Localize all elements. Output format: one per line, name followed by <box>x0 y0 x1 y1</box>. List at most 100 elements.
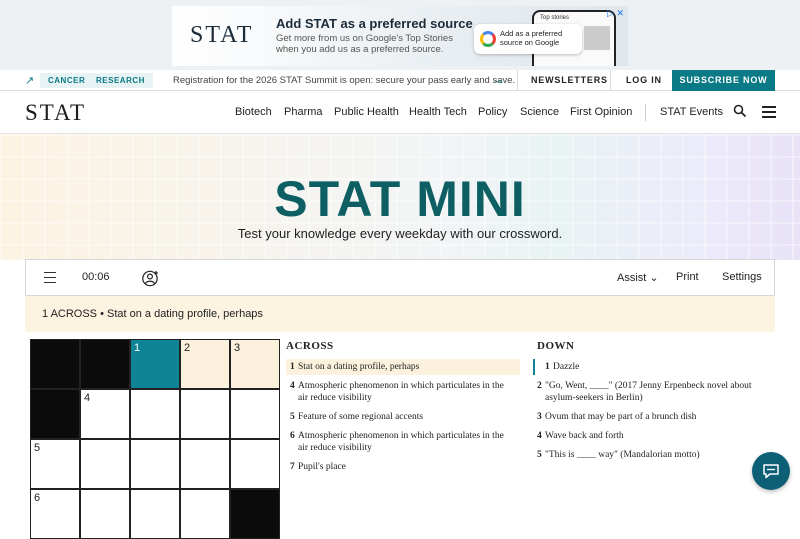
grid-cell[interactable] <box>130 489 180 539</box>
grid-cell[interactable] <box>180 389 230 439</box>
stat-logo[interactable]: STAT <box>25 100 86 126</box>
grid-cell[interactable] <box>130 439 180 489</box>
grid-cell[interactable]: 5 <box>30 439 80 489</box>
cell-number: 6 <box>34 492 41 504</box>
arrow-right-icon[interactable]: → <box>492 72 505 87</box>
chat-icon <box>763 464 779 479</box>
ad-logo: STAT <box>190 22 254 48</box>
nav-stat-events[interactable]: STAT Events <box>660 106 723 118</box>
current-clue: 1 ACROSS • Stat on a dating profile, per… <box>42 308 263 320</box>
announcement-link[interactable]: Registration for the 2026 STAT Summit is… <box>173 75 515 86</box>
clue-text: Stat on a dating profile, perhaps <box>298 362 420 372</box>
page-subtitle: Test your knowledge every weekday with o… <box>237 226 563 241</box>
clue-number: 2 <box>537 381 542 391</box>
search-icon[interactable] <box>733 104 747 118</box>
ad-banner[interactable]: STAT Add STAT as a preferred source Get … <box>172 6 628 66</box>
current-clue-bar: 1 ACROSS • Stat on a dating profile, per… <box>25 296 775 332</box>
across-clue-6[interactable]: 6 Atmospheric phenomenon in which particu… <box>286 428 520 456</box>
down-clue-5[interactable]: 5 "This is ____ way" (Mandalorian motto) <box>533 447 767 463</box>
menu-icon[interactable] <box>762 106 776 118</box>
down-clue-1[interactable]: 1 Dazzle <box>533 359 767 375</box>
grid-cell[interactable] <box>230 439 280 489</box>
nav-science[interactable]: Science <box>520 106 559 118</box>
across-clue-5[interactable]: 5 Feature of some regional accents <box>286 409 520 425</box>
grid-cell-black <box>80 339 130 389</box>
clue-text: Dazzle <box>553 362 580 372</box>
nav-public-health[interactable]: Public Health <box>334 106 399 118</box>
clue-text: "Go, Went, ____" (2017 Jenny Erpenbeck n… <box>545 381 752 403</box>
down-clue-3[interactable]: 3 Ovum that may be part of a brunch dish <box>533 409 767 425</box>
subscribe-button[interactable]: SUBSCRIBE NOW <box>672 70 775 91</box>
cell-number: 3 <box>234 342 241 354</box>
clue-number: 4 <box>290 381 295 391</box>
hamburger-menu-icon[interactable] <box>44 272 56 284</box>
cell-number: 5 <box>34 442 41 454</box>
assist-dropdown[interactable]: Assist ⌄ <box>617 271 659 284</box>
grid-cell[interactable] <box>180 489 230 539</box>
clue-text: "This is ____ way" (Mandalorian motto) <box>545 450 700 460</box>
clue-text: Feature of some regional accents <box>298 412 424 422</box>
clue-text: Wave back and forth <box>545 431 624 441</box>
main-nav: STAT Biotech Pharma Public Health Health… <box>0 91 800 134</box>
clue-number: 5 <box>537 450 542 460</box>
clue-number: 4 <box>537 431 542 441</box>
clue-text: Atmospheric phenomenon in which particul… <box>298 431 504 453</box>
tag-cancer[interactable]: CANCER <box>40 73 94 88</box>
tag-research[interactable]: RESEARCH <box>88 73 153 88</box>
grid-cell[interactable] <box>230 389 280 439</box>
trending-icon: ↗ <box>25 75 35 87</box>
grid-cell[interactable] <box>180 439 230 489</box>
clue-number: 7 <box>290 462 295 472</box>
cell-number: 4 <box>84 392 91 404</box>
hero: STAT MINI Test your knowledge every week… <box>0 134 800 260</box>
grid-cell[interactable] <box>80 439 130 489</box>
chat-button[interactable] <box>752 452 790 490</box>
crossword-grid: 1 2 3 4 5 6 <box>30 339 281 539</box>
across-clue-1[interactable]: 1 Stat on a dating profile, perhaps <box>286 359 520 375</box>
print-button[interactable]: Print <box>676 271 699 283</box>
grid-cell-black <box>30 389 80 439</box>
nav-first-opinion[interactable]: First Opinion <box>570 106 632 118</box>
ad-title: Add STAT as a preferred source <box>276 16 473 31</box>
ad-subtitle: Get more from us on Google's Top Stories… <box>276 33 453 55</box>
nav-health-tech[interactable]: Health Tech <box>409 106 467 118</box>
google-icon <box>480 31 496 47</box>
down-clue-list: 1 Dazzle 2 "Go, Went, ____" (2017 Jenny Er… <box>533 359 767 466</box>
divider <box>645 104 646 121</box>
nav-pharma[interactable]: Pharma <box>284 106 323 118</box>
ad-phone-image <box>584 26 610 50</box>
grid-cell[interactable]: 2 <box>180 339 230 389</box>
down-clue-4[interactable]: 4 Wave back and forth <box>533 428 767 444</box>
clue-number: 3 <box>537 412 542 422</box>
grid-cell-selected[interactable]: 1 <box>130 339 180 389</box>
grid-cell[interactable]: 4 <box>80 389 130 439</box>
grid-cell[interactable] <box>80 489 130 539</box>
page-title: STAT MINI <box>274 171 526 227</box>
ad-banner-area: STAT Add STAT as a preferred source Get … <box>0 0 800 70</box>
down-clue-2[interactable]: 2 "Go, Went, ____" (2017 Jenny Erpenbeck … <box>533 378 767 406</box>
top-bar: ↗ CANCER RESEARCH Registration for the 2… <box>0 70 800 91</box>
clue-text: Ovum that may be part of a brunch dish <box>545 412 697 422</box>
clue-number: 1 <box>545 362 550 372</box>
login-link[interactable]: LOG IN <box>626 75 662 85</box>
clue-text: Atmospheric phenomenon in which particul… <box>298 381 504 403</box>
ad-choices-icon[interactable]: ▷ ✕ <box>607 8 624 19</box>
settings-button[interactable]: Settings <box>722 271 762 283</box>
add-user-icon[interactable] <box>142 270 159 287</box>
grid-cell[interactable]: 3 <box>230 339 280 389</box>
nav-biotech[interactable]: Biotech <box>235 106 272 118</box>
timer: 00:06 <box>82 271 110 283</box>
newsletters-link[interactable]: NEWSLETTERS <box>531 75 608 85</box>
nav-policy[interactable]: Policy <box>478 106 507 118</box>
ad-phone-label: Top stories <box>540 15 570 21</box>
clue-text: Pupil's place <box>298 462 346 472</box>
grid-cell-black <box>230 489 280 539</box>
across-clue-list: 1 Stat on a dating profile, perhaps 4 Atmo… <box>286 359 520 478</box>
grid-cell[interactable]: 6 <box>30 489 80 539</box>
cell-number: 2 <box>184 342 191 354</box>
grid-cell[interactable] <box>130 389 180 439</box>
across-clue-7[interactable]: 7 Pupil's place <box>286 459 520 475</box>
grid-cell-black <box>30 339 80 389</box>
across-clue-4[interactable]: 4 Atmospheric phenomenon in which particu… <box>286 378 520 406</box>
clue-number: 1 <box>290 362 295 372</box>
